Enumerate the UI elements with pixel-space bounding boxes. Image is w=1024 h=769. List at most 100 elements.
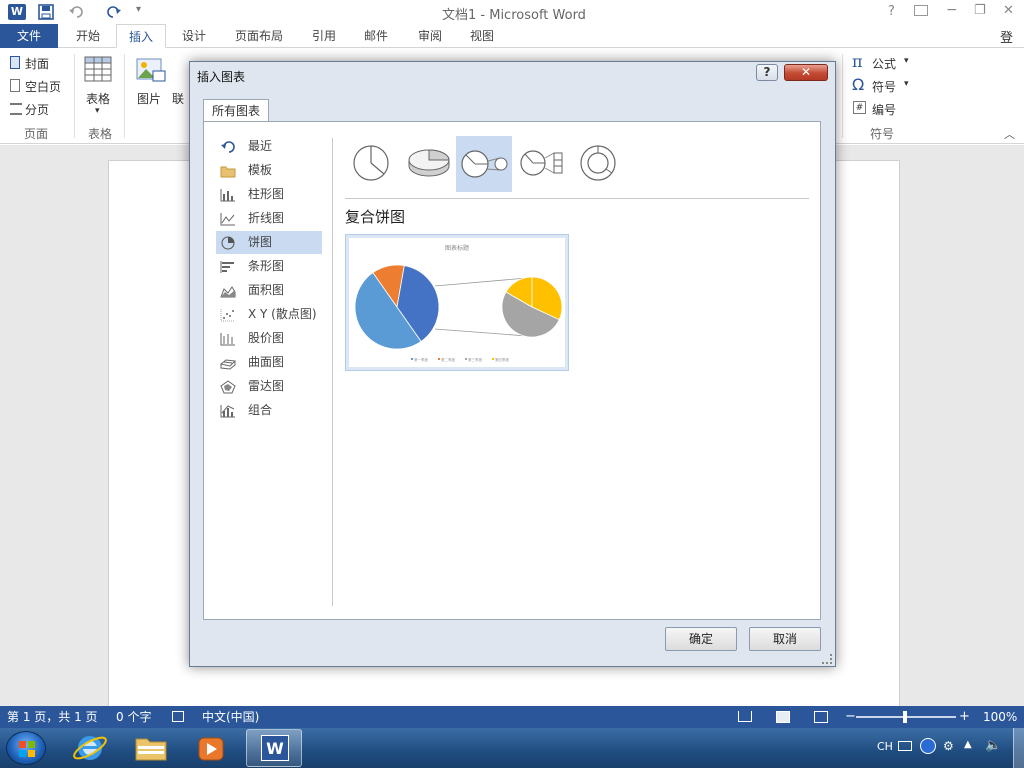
3d-pie-subtype-icon [408, 149, 450, 177]
input-language[interactable]: CH [877, 740, 893, 753]
proofing-icon[interactable] [172, 711, 184, 722]
zoom-slider[interactable] [856, 711, 956, 723]
word-taskbar-button[interactable]: W [246, 729, 302, 767]
tab-insert[interactable]: 插入 [116, 24, 166, 48]
category-recent[interactable]: 最近 [216, 135, 322, 158]
blank-page-button[interactable]: 空白页 [8, 77, 68, 95]
online-pictures-label[interactable]: 联 [172, 90, 184, 107]
title-bar: W ▾ 文档1 - Microsoft Word ? − ❐ ✕ [0, 0, 1024, 24]
cover-page-button[interactable]: 封面 [8, 54, 68, 72]
tab-home[interactable]: 开始 [66, 24, 110, 48]
tab-mailings[interactable]: 邮件 [354, 24, 398, 48]
symbol-button[interactable]: Ω 符号 ▾ [852, 75, 914, 95]
print-layout-icon[interactable] [776, 711, 790, 723]
tab-layout[interactable]: 页面布局 [226, 24, 292, 48]
media-player-taskbar-button[interactable] [188, 730, 234, 766]
volume-icon[interactable]: 🔈 [985, 738, 1001, 753]
number-label: 编号 [872, 103, 897, 117]
subtype-heading: 复合饼图 [345, 208, 406, 226]
keyboard-icon[interactable] [898, 741, 912, 751]
tab-file[interactable]: 文件 [0, 24, 58, 48]
category-stock[interactable]: 股价图 [216, 327, 322, 350]
category-bar[interactable]: 条形图 [216, 255, 322, 278]
category-label: 饼图 [248, 235, 273, 249]
category-radar[interactable]: 雷达图 [216, 375, 322, 398]
preview-legend-label: 第四季度 [495, 357, 509, 362]
bar-chart-icon [220, 261, 234, 273]
save-icon[interactable] [38, 4, 54, 20]
language-status[interactable]: 中文(中国) [202, 706, 259, 728]
pictures-button[interactable]: 图片 [134, 56, 168, 116]
tab-design[interactable]: 设计 [172, 24, 216, 48]
subtype-pie-of-pie[interactable] [456, 136, 512, 192]
category-column[interactable]: 柱形图 [216, 183, 322, 206]
show-hidden-icons[interactable]: ▲ [964, 739, 972, 750]
restore-button[interactable]: ❐ [974, 3, 986, 18]
category-pie[interactable]: 饼图 [216, 231, 322, 254]
help-tray-icon[interactable] [920, 738, 936, 754]
chart-preview[interactable]: 图表标题 第一季度 第二季度 第三季度 第四季度 [345, 234, 569, 371]
explorer-taskbar-button[interactable] [128, 730, 174, 766]
category-combo[interactable]: 组合 [216, 399, 322, 422]
minimize-button[interactable]: − [946, 2, 958, 18]
pie-chart-icon [221, 236, 235, 250]
start-button[interactable] [6, 731, 46, 765]
category-label: 曲面图 [248, 355, 285, 369]
word-count[interactable]: 0 个字 [116, 706, 151, 728]
subtype-doughnut[interactable] [572, 136, 624, 190]
tab-all-charts[interactable]: 所有图表 [203, 99, 269, 122]
category-templates[interactable]: 模板 [216, 159, 322, 182]
settings-tray-icon[interactable]: ⚙ [943, 739, 954, 753]
customize-qat-icon[interactable]: ▾ [136, 4, 141, 15]
line-chart-icon [220, 213, 235, 226]
pictures-label: 图片 [137, 92, 162, 106]
group-pages: 页面 [24, 127, 49, 141]
subtype-3d-pie[interactable] [403, 136, 455, 190]
ribbon-display-icon[interactable] [914, 5, 928, 16]
ie-taskbar-button[interactable] [68, 730, 114, 766]
redo-icon[interactable] [106, 4, 122, 20]
subtype-pie[interactable] [345, 136, 397, 190]
status-bar: 第 1 页，共 1 页 0 个字 中文(中国) − + 100% [0, 706, 1024, 728]
close-button[interactable]: ✕ [1003, 3, 1014, 18]
cancel-button[interactable]: 取消 [749, 627, 821, 651]
table-button[interactable]: 表格 ▾ [84, 56, 114, 116]
tab-references[interactable]: 引用 [302, 24, 346, 48]
subtype-divider [345, 198, 809, 199]
web-layout-icon[interactable] [814, 711, 828, 723]
page-break-icon [10, 103, 22, 115]
category-surface[interactable]: 曲面图 [216, 351, 322, 374]
page-break-button[interactable]: 分页 [8, 100, 68, 118]
dialog-close-button[interactable]: ✕ [784, 64, 828, 81]
combo-chart-icon [220, 405, 235, 418]
category-line[interactable]: 折线图 [216, 207, 322, 230]
zoom-level[interactable]: 100% [983, 706, 1017, 728]
dialog-help-button[interactable]: ? [756, 64, 778, 81]
category-scatter[interactable]: X Y (散点图) [216, 303, 322, 326]
help-icon[interactable]: ? [888, 4, 895, 19]
category-area[interactable]: 面积图 [216, 279, 322, 302]
preview-slices [354, 264, 563, 350]
equation-button[interactable]: π 公式 ▾ [852, 52, 914, 72]
zoom-slider-thumb[interactable] [903, 711, 907, 723]
number-button[interactable]: # 编号 [852, 100, 914, 118]
undo-icon[interactable] [68, 4, 84, 20]
collapse-ribbon-icon[interactable]: ︿ [1004, 126, 1015, 142]
read-mode-icon[interactable] [738, 711, 752, 722]
tab-view[interactable]: 视图 [460, 24, 504, 48]
preview-legend-swatch [438, 358, 440, 360]
ok-button[interactable]: 确定 [665, 627, 737, 651]
word-app-icon[interactable]: W [8, 4, 26, 20]
show-desktop-button[interactable] [1013, 728, 1024, 768]
resize-grip-icon[interactable] [822, 654, 832, 664]
zoom-in-button[interactable]: + [959, 706, 970, 728]
pi-icon: π [852, 52, 863, 71]
zoom-out-button[interactable]: − [845, 706, 856, 728]
tab-review[interactable]: 审阅 [408, 24, 452, 48]
subtype-bar-of-pie[interactable] [516, 136, 568, 190]
dialog-close-icon: ✕ [800, 65, 812, 79]
page-count[interactable]: 第 1 页，共 1 页 [7, 706, 98, 728]
table-icon [84, 56, 112, 82]
cover-page-label: 封面 [25, 57, 50, 71]
symbol-dropdown-icon: ▾ [904, 79, 909, 89]
